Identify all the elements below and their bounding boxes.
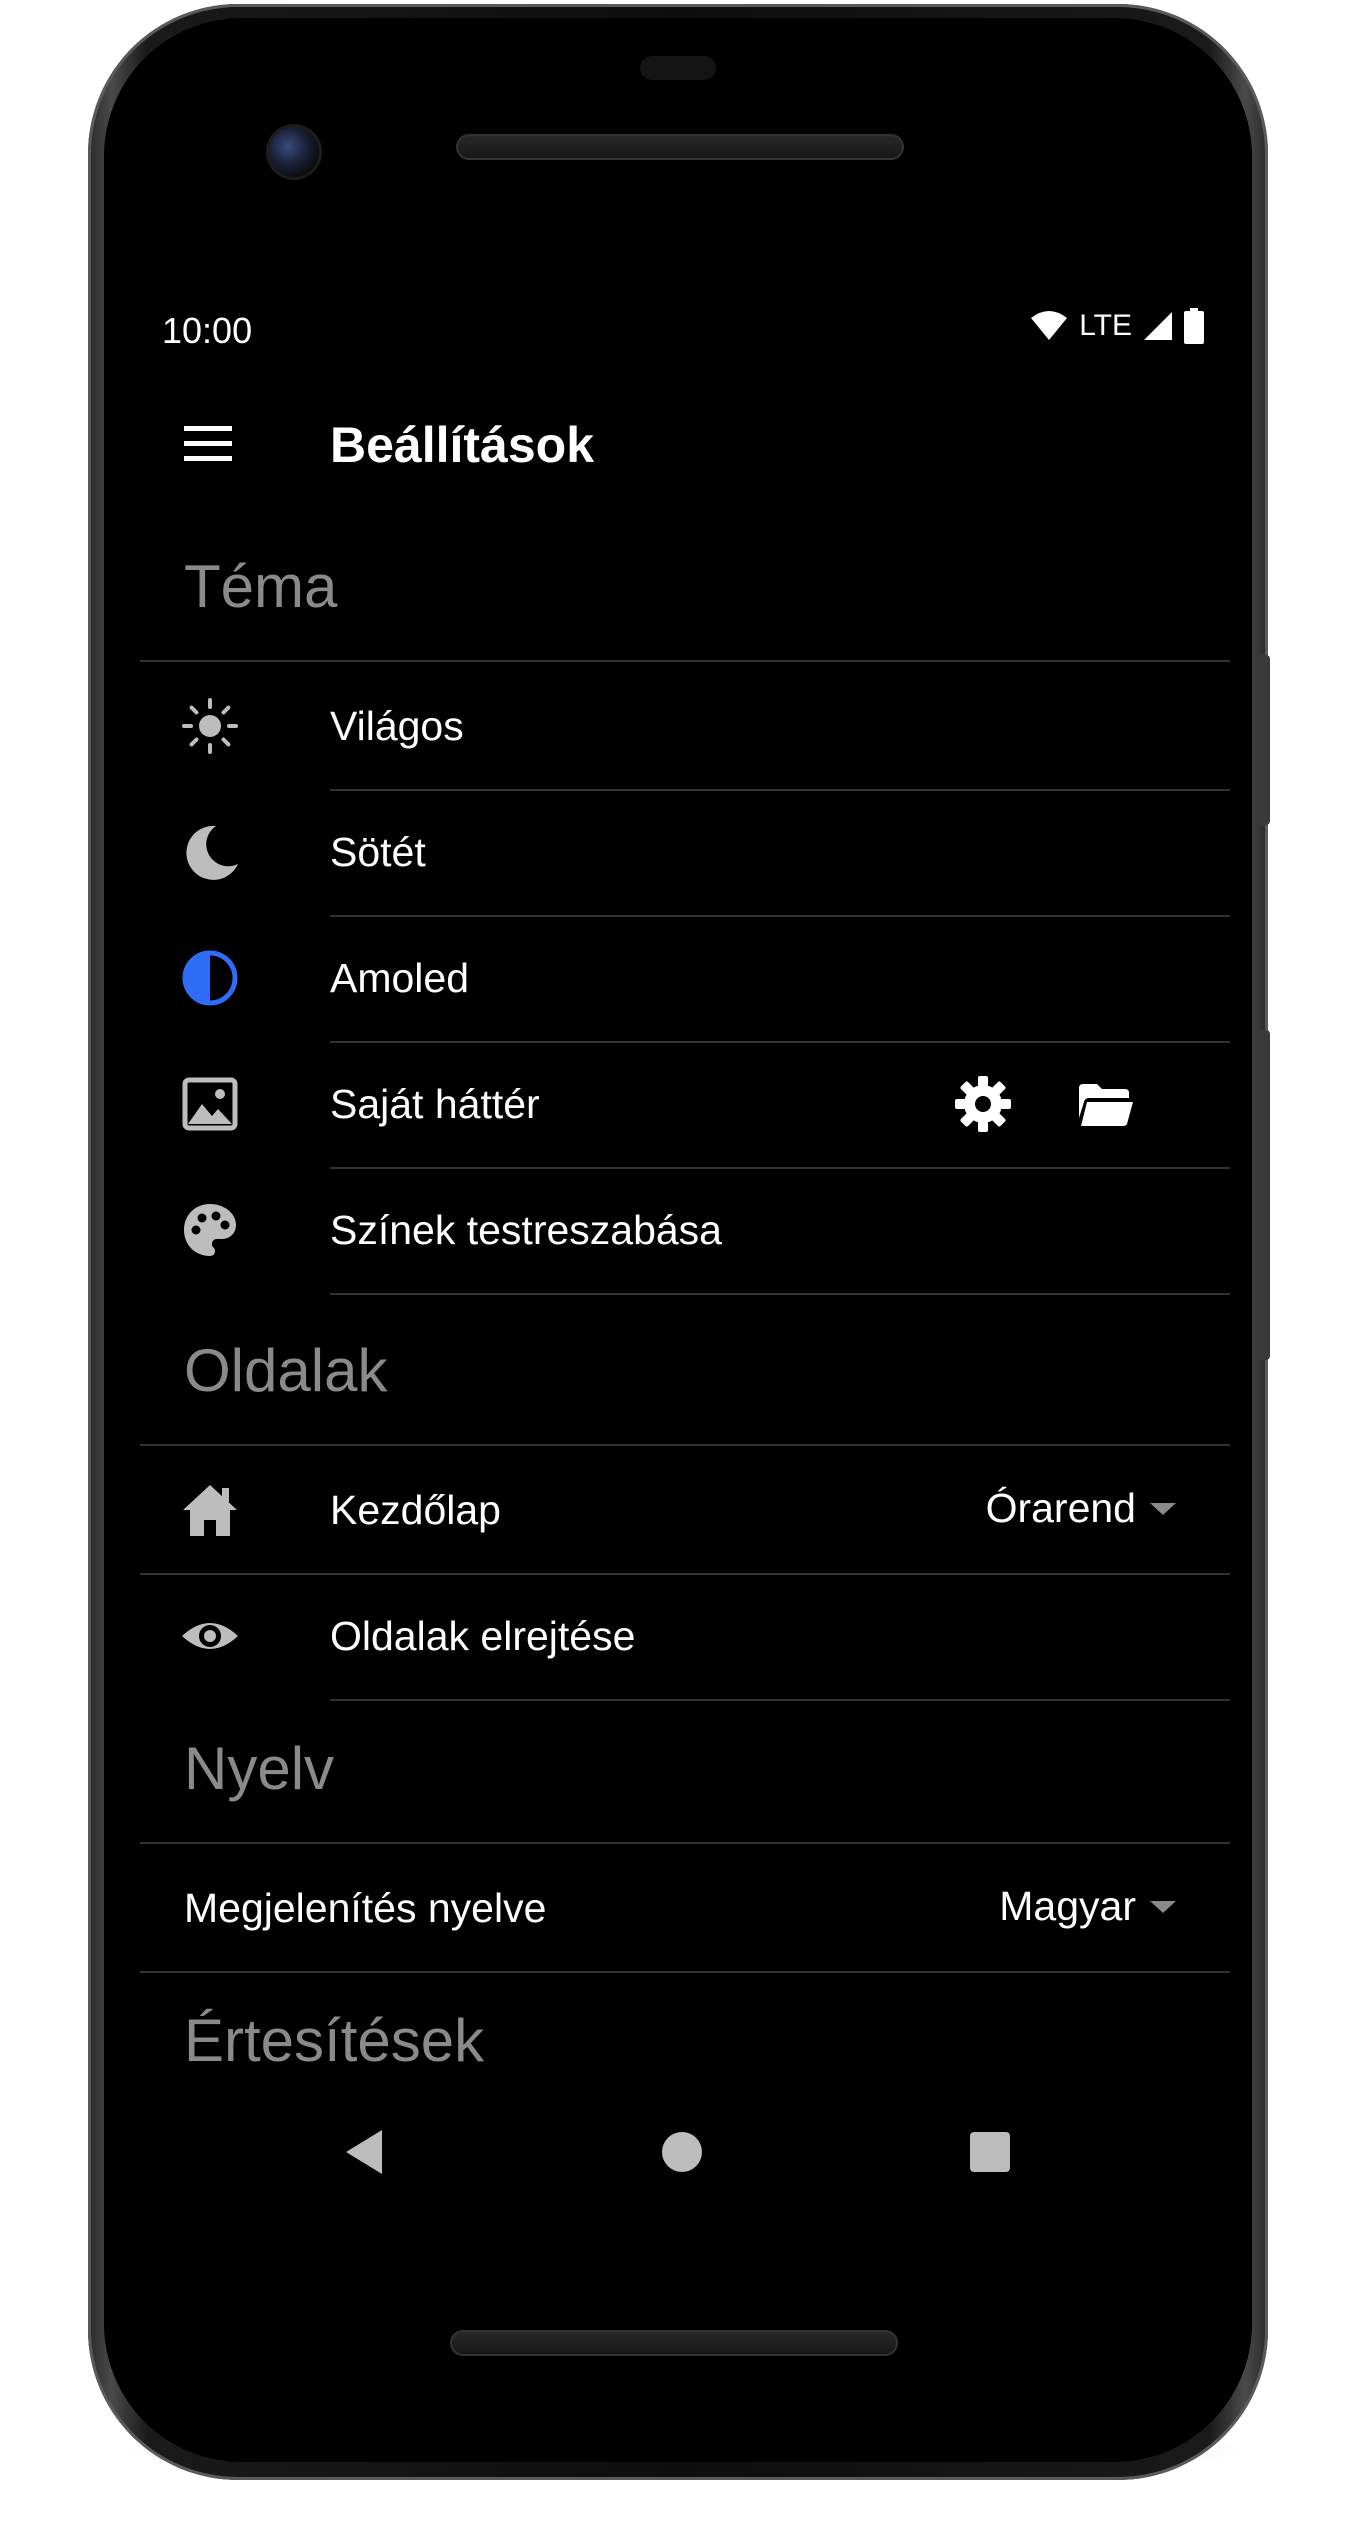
theme-option-custom-background[interactable]: Saját háttér xyxy=(140,1041,1230,1167)
theme-option-amoled[interactable]: Amoled xyxy=(140,915,1230,1041)
section-header-theme: Téma xyxy=(184,553,338,620)
row-divider xyxy=(330,1699,1230,1701)
theme-option-label: Színek testreszabása xyxy=(330,1207,722,1253)
theme-option-label: Saját háttér xyxy=(330,1081,540,1127)
status-bar: 10:00 LTE xyxy=(140,280,1230,380)
theme-option-label: Sötét xyxy=(330,829,426,875)
language-selected-value: Magyar xyxy=(999,1883,1136,1929)
bottom-speaker xyxy=(450,2330,898,2356)
earpiece-speaker xyxy=(456,134,904,160)
pages-option-label: Kezdőlap xyxy=(330,1487,501,1533)
proximity-sensor xyxy=(640,56,716,80)
theme-option-light[interactable]: Világos xyxy=(140,663,1230,789)
palette-icon xyxy=(184,1204,236,1256)
home-page-dropdown[interactable]: Órarend xyxy=(986,1485,1176,1532)
page-title: Beállítások xyxy=(330,417,595,473)
pages-option-hide-pages[interactable]: Oldalak elrejtése xyxy=(140,1573,1230,1699)
sun-icon xyxy=(182,698,238,754)
hamburger-menu-icon[interactable] xyxy=(184,426,234,466)
screen: 10:00 LTE Beállítások Téma Világos Sötét… xyxy=(140,280,1230,2140)
nav-recent-apps-icon[interactable] xyxy=(970,2132,1010,2172)
theme-option-label: Amoled xyxy=(330,955,470,1001)
power-button xyxy=(1258,1030,1270,1360)
language-option-label: Megjelenítés nyelve xyxy=(184,1885,547,1931)
row-divider xyxy=(330,1293,1230,1295)
folder-open-icon[interactable] xyxy=(1074,1074,1136,1134)
eye-icon xyxy=(182,1623,238,1649)
volume-button xyxy=(1258,655,1270,825)
dropdown-arrow-icon xyxy=(1150,1502,1176,1515)
front-camera xyxy=(266,124,322,180)
language-dropdown[interactable]: Magyar xyxy=(999,1883,1176,1930)
section-header-notifications: Értesítések xyxy=(184,2007,485,2074)
nav-back-icon[interactable] xyxy=(346,2130,382,2174)
theme-option-label: Világos xyxy=(330,703,464,749)
wifi-icon xyxy=(1031,311,1068,340)
moon-icon xyxy=(186,825,238,880)
status-icons: LTE xyxy=(1029,308,1204,344)
language-option-display-language[interactable]: Megjelenítés nyelve Magyar xyxy=(140,1845,1230,1971)
pages-option-label: Oldalak elrejtése xyxy=(330,1613,636,1659)
home-icon xyxy=(183,1485,237,1536)
section-divider xyxy=(140,1444,1230,1446)
app-bar: Beállítások xyxy=(140,380,1230,510)
cell-signal-icon xyxy=(1144,312,1172,340)
theme-option-customize-colors[interactable]: Színek testreszabása xyxy=(140,1167,1230,1293)
battery-icon xyxy=(1184,308,1204,344)
status-time: 10:00 xyxy=(162,310,253,351)
pages-option-home-page[interactable]: Kezdőlap Órarend xyxy=(140,1447,1230,1573)
section-header-pages: Oldalak xyxy=(184,1337,388,1404)
section-divider xyxy=(140,660,1230,662)
image-icon xyxy=(182,1077,238,1131)
network-type-label: LTE xyxy=(1079,309,1132,342)
home-page-selected-value: Órarend xyxy=(985,1485,1136,1531)
contrast-icon xyxy=(182,950,238,1006)
nav-home-icon[interactable] xyxy=(662,2132,702,2172)
row-divider xyxy=(140,1971,1230,1973)
section-divider xyxy=(140,1842,1230,1844)
section-header-language: Nyelv xyxy=(184,1735,335,1802)
dropdown-arrow-icon xyxy=(1150,1900,1176,1913)
settings-gear-icon[interactable] xyxy=(952,1074,1014,1134)
theme-option-dark[interactable]: Sötét xyxy=(140,789,1230,915)
